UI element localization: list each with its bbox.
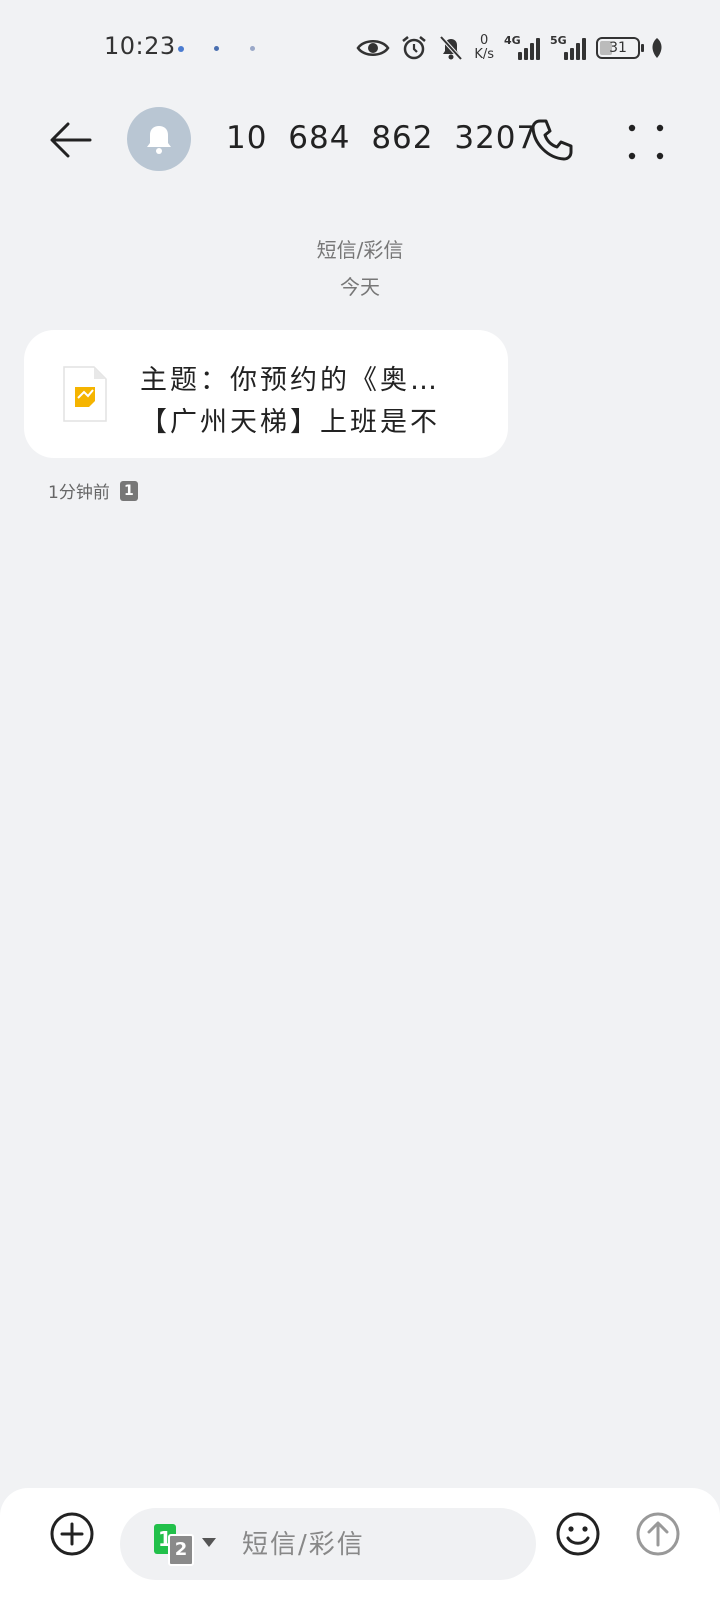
message-time: 1分钟前 [48, 483, 110, 503]
mms-attachment-icon [63, 366, 107, 422]
more-options-icon[interactable] [624, 120, 668, 164]
emoji-icon[interactable] [554, 1510, 602, 1558]
phone-icon[interactable] [528, 116, 576, 164]
contact-number[interactable]: 10 684 862 3207 [226, 120, 537, 156]
notification-icon [214, 46, 219, 51]
alarm-icon [402, 36, 427, 60]
message-preview: 【广州天梯】上班是不 [140, 407, 440, 438]
sim-badge: 1 [119, 480, 138, 501]
message-composer: 1 2 [0, 1488, 720, 1600]
message-bubble[interactable]: 主题：你预约的《奥… 【广州天梯】上班是不 [24, 330, 508, 458]
back-icon[interactable] [46, 114, 98, 166]
network-speed: 0 K/s [474, 33, 494, 62]
add-attachment-icon[interactable] [48, 1510, 96, 1558]
chevron-down-icon [202, 1538, 216, 1547]
bell-icon [147, 126, 171, 154]
mute-bell-icon [439, 35, 463, 61]
send-icon[interactable] [634, 1510, 682, 1558]
message-meta: 1分钟前 1 [48, 478, 138, 503]
sim-switch-button[interactable]: 1 2 [154, 1524, 216, 1566]
status-time: 10:23 [104, 32, 176, 60]
notification-icon [178, 46, 184, 52]
sim2-icon: 2 [168, 1534, 194, 1566]
conversation-header: 10 684 862 3207 [0, 96, 720, 186]
message-subject: 主题：你预约的《奥… [140, 365, 440, 396]
leaf-icon [652, 38, 662, 58]
message-type-label: 短信/彩信 [316, 238, 404, 262]
signal-5g-icon: 5G [550, 34, 586, 60]
signal-4g-icon: 4G [504, 34, 540, 60]
notification-icon [250, 46, 255, 51]
status-bar: 10:23 0 K/s 4G 5G 31 [0, 0, 720, 96]
date-separator: 今天 [340, 275, 380, 299]
contact-avatar[interactable] [127, 107, 191, 171]
status-icons: 0 K/s 4G 5G 31 [356, 30, 664, 66]
eye-icon [356, 40, 390, 56]
message-input[interactable] [240, 1522, 514, 1568]
input-container: 1 2 [120, 1508, 536, 1580]
battery-icon: 31 [596, 37, 644, 59]
messaging-screen: 10:23 0 K/s 4G 5G 31 10 684 862 3207 短信/… [0, 0, 720, 1600]
